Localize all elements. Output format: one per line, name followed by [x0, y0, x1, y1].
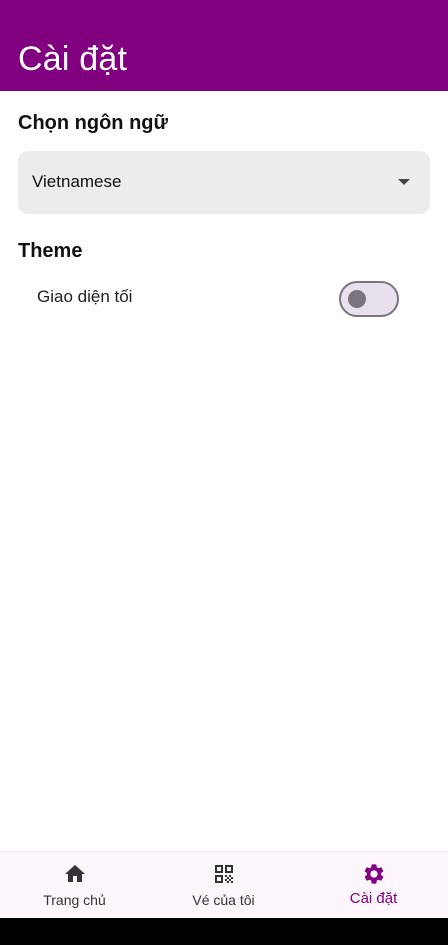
theme-section-label: Theme	[18, 240, 83, 262]
system-navigation-bar	[0, 918, 448, 945]
dark-mode-label: Giao diện tối	[37, 287, 133, 306]
home-icon	[64, 865, 85, 882]
gear-icon	[364, 864, 383, 884]
nav-item-label: Trang chủ	[43, 892, 106, 908]
nav-item-home[interactable]: Trang chủ	[0, 852, 149, 919]
language-section-label: Chọn ngôn ngữ	[18, 112, 168, 134]
language-dropdown-value: Vietnamese	[32, 172, 122, 191]
dropdown-arrow-icon	[398, 179, 410, 185]
app-bar: Cài đặt	[0, 0, 448, 91]
nav-item-label: Vé của tôi	[192, 892, 255, 908]
switch-knob	[348, 290, 366, 308]
nav-item-my-tickets[interactable]: Vé của tôi	[149, 852, 298, 919]
language-dropdown[interactable]: Vietnamese	[18, 151, 430, 214]
nav-item-settings[interactable]: Cài đặt	[299, 852, 448, 919]
qr-code-icon	[214, 865, 233, 883]
nav-item-label: Cài đặt	[349, 890, 398, 907]
dark-mode-switch[interactable]	[339, 281, 399, 317]
dark-mode-row: Giao diện tối	[18, 276, 430, 322]
page-title: Cài đặt	[18, 40, 128, 78]
bottom-navigation: Trang chủ Vé của tôi Cài đặt	[0, 851, 448, 919]
